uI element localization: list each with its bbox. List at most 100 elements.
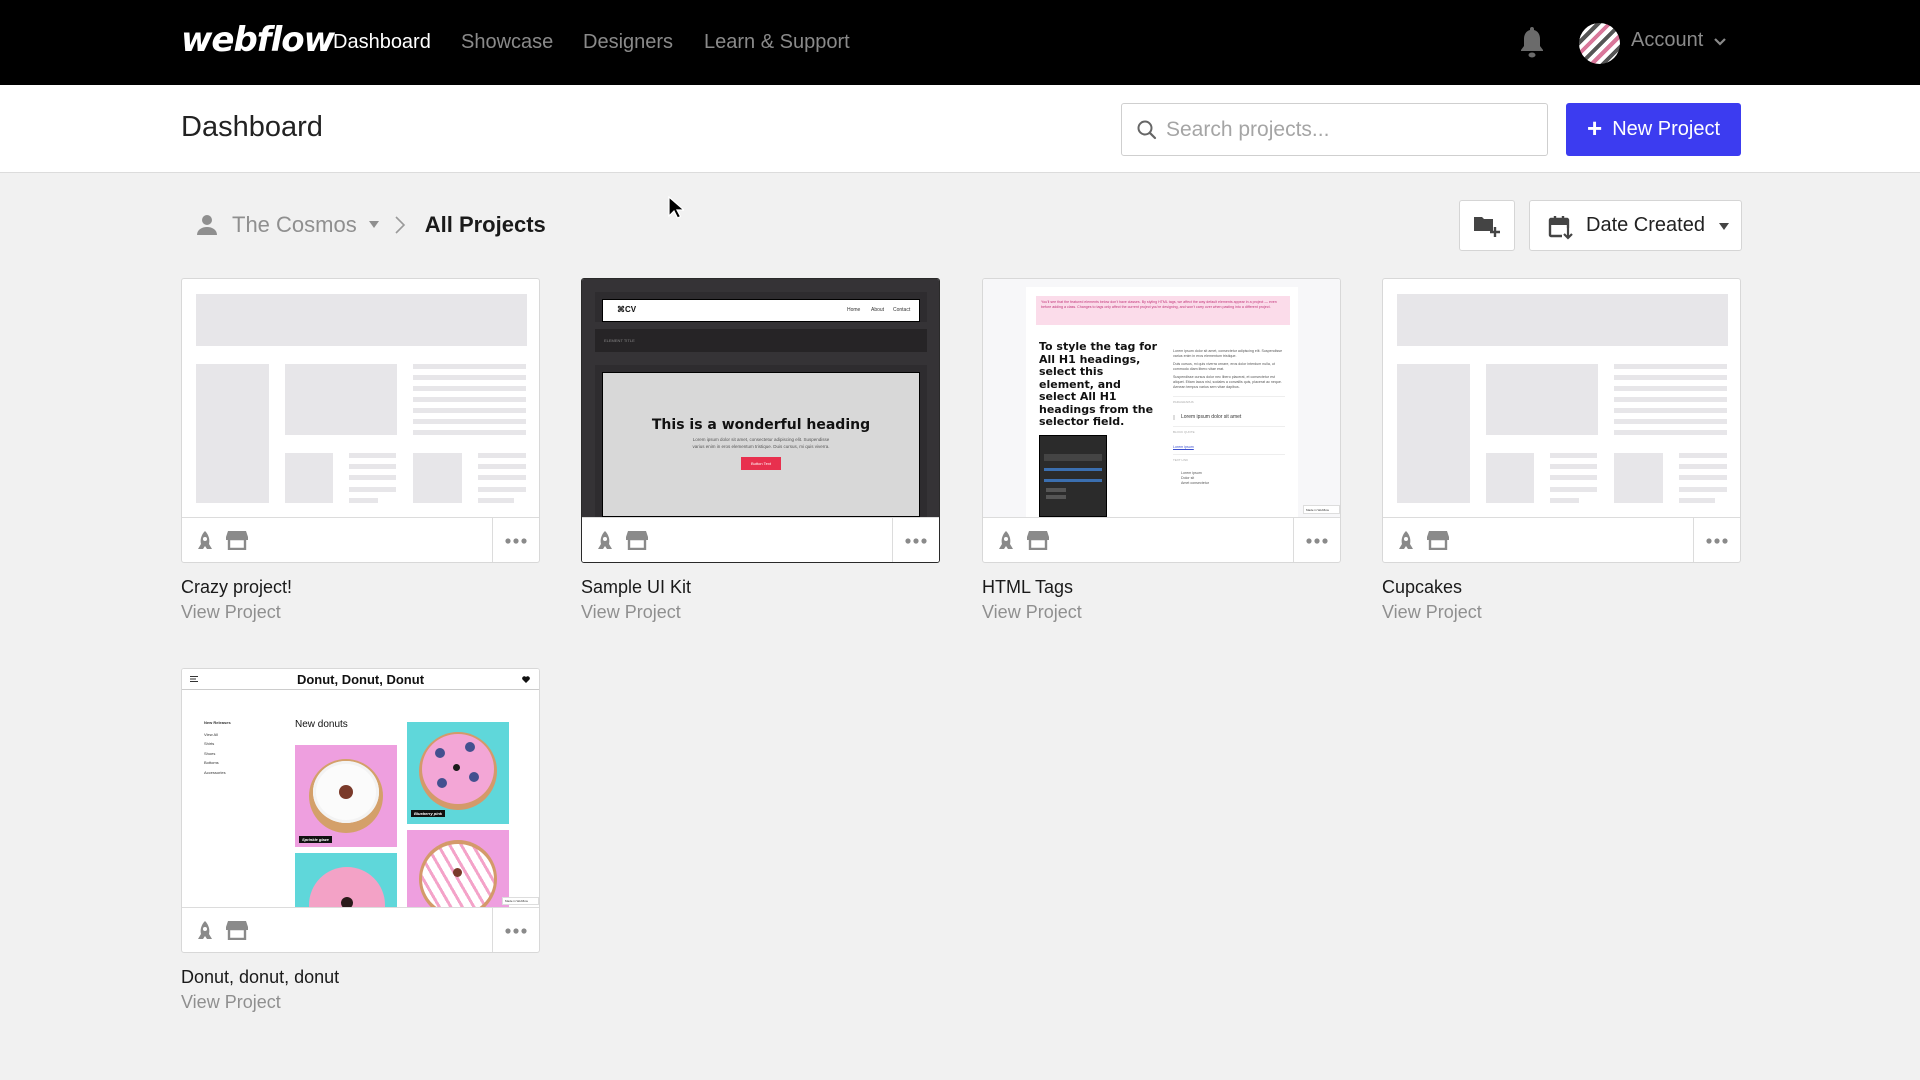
more-options-button[interactable] (1693, 518, 1740, 562)
card-footer (582, 517, 939, 562)
search-input[interactable] (1166, 104, 1536, 155)
preview-nav-item: Contact (893, 307, 911, 313)
rocket-icon[interactable] (1396, 530, 1416, 552)
view-project-link[interactable]: View Project (181, 602, 281, 623)
rocket-icon[interactable] (996, 530, 1016, 552)
donut-shop-preview: Donut, Donut, Donut New Releases View Al… (182, 669, 539, 907)
search-box[interactable] (1121, 103, 1548, 156)
new-folder-button[interactable] (1459, 200, 1515, 251)
html-tags-preview: You'll see that the featured elements be… (983, 279, 1340, 517)
storefront-icon[interactable] (226, 920, 248, 940)
search-icon (1137, 120, 1157, 140)
wireframe-preview (1383, 279, 1740, 517)
ui-kit-preview: ⌘CV Home About Contact ELEMENT TITLE Thi… (582, 279, 939, 517)
heart-icon (522, 676, 530, 683)
preview-site-title: Donut, Donut, Donut (296, 672, 425, 687)
new-project-label: New Project (1612, 118, 1720, 140)
preview-label: TEXT LINK (1173, 454, 1285, 463)
preview-section-heading: New donuts (295, 719, 348, 730)
caret-down-icon[interactable] (368, 221, 379, 229)
preview-menu-item: View All (204, 731, 218, 737)
workspace-selector[interactable]: The Cosmos (232, 212, 357, 238)
preview-menu-item: Accessories (204, 769, 226, 775)
project-thumbnail[interactable] (181, 278, 540, 563)
calendar-sort-icon (1548, 216, 1574, 240)
preview-heading: To style the tag for All H1 headings, se… (1039, 340, 1157, 428)
account-avatar[interactable] (1579, 23, 1620, 64)
nav-designers[interactable]: Designers (583, 31, 673, 54)
storefront-icon[interactable] (1427, 530, 1449, 550)
more-options-button[interactable] (492, 908, 539, 952)
more-options-button[interactable] (892, 518, 939, 562)
project-title: Donut, donut, donut (181, 967, 340, 987)
view-project-link[interactable]: View Project (982, 602, 1082, 623)
project-card: Cupcakes View Project (1382, 278, 1741, 623)
ellipsis-icon (1706, 537, 1728, 544)
breadcrumb-current: All Projects (424, 212, 546, 237)
bell-icon[interactable] (1517, 25, 1547, 59)
storefront-icon[interactable] (626, 530, 648, 550)
donut-caption: Blueberry pink (411, 810, 446, 817)
preview-link: Lorem ipsum (1173, 445, 1194, 449)
preview-quote: Lorem ipsum dolor sit amet (1173, 415, 1285, 420)
preview-body: Lorem ipsum dolor sit amet, consectetur … (692, 437, 830, 449)
project-title: HTML Tags (982, 577, 1074, 597)
preview-paragraph: Duis cursus, mi quis viverra ornare, ero… (1173, 362, 1275, 371)
dashboard-header: Dashboard + New Project (0, 85, 1920, 173)
breadcrumb: The Cosmos All Projects (196, 212, 546, 238)
view-project-link[interactable]: View Project (181, 992, 281, 1013)
plus-icon: + (1587, 113, 1603, 143)
view-project-link[interactable]: View Project (581, 602, 681, 623)
preview-menu-item: Shirts (204, 741, 215, 746)
preview-menu-heading: New Releases (204, 720, 231, 725)
storefront-icon[interactable] (1027, 530, 1049, 550)
preview-menu-item: Shoes (204, 750, 216, 756)
rocket-icon[interactable] (195, 920, 215, 942)
donut-caption: Sprinkle glaze (299, 836, 332, 843)
rocket-icon[interactable] (195, 530, 215, 552)
donut-image (407, 830, 509, 907)
project-title: Cupcakes (1382, 577, 1463, 597)
storefront-icon[interactable] (226, 530, 248, 550)
project-thumbnail[interactable]: You'll see that the featured elements be… (982, 278, 1341, 563)
top-navbar: webflow Dashboard Showcase Designers Lea… (0, 0, 1920, 85)
user-icon (197, 215, 217, 235)
preview-brand: ⌘CV (617, 305, 637, 314)
project-card: Donut, Donut, Donut New Releases View Al… (181, 668, 540, 1013)
preview-list-item: Amet consectetur (1181, 481, 1209, 485)
more-options-button[interactable] (492, 518, 539, 562)
preview-nav-item: About (871, 307, 885, 313)
sort-label: Date Created (1586, 214, 1705, 236)
preview-paragraph: Suspendisse cursus dolor nec libero plac… (1173, 375, 1282, 389)
ellipsis-icon (905, 537, 927, 544)
new-project-button[interactable]: + New Project (1566, 103, 1741, 156)
donut-image: Sprinkle glaze (295, 745, 397, 847)
card-footer (1383, 517, 1740, 562)
nav-learn-support[interactable]: Learn & Support (704, 31, 850, 54)
project-title: Sample UI Kit (581, 577, 692, 597)
preview-label: PARAGRAPHS (1173, 396, 1285, 405)
ellipsis-icon (505, 927, 527, 934)
made-in-webflow-badge: Made in Webflow (1303, 505, 1340, 514)
more-options-button[interactable] (1293, 518, 1340, 562)
preview-label: BLOCK QUOTE (1173, 426, 1285, 435)
project-card: ⌘CV Home About Contact ELEMENT TITLE Thi… (581, 278, 940, 623)
preview-section-label: ELEMENT TITLE (604, 338, 635, 343)
folder-plus-icon (1474, 217, 1500, 237)
sort-dropdown[interactable]: Date Created (1529, 200, 1742, 251)
view-project-link[interactable]: View Project (1382, 602, 1482, 623)
preview-notice: You'll see that the featured elements be… (1036, 296, 1290, 325)
card-footer (182, 517, 539, 562)
webflow-logo[interactable]: webflow (181, 20, 335, 60)
chevron-down-icon[interactable] (1713, 34, 1727, 48)
project-title: Crazy project! (181, 577, 293, 597)
preview-button: Button Text (741, 457, 781, 470)
chevron-right-icon (395, 216, 405, 234)
account-menu[interactable]: Account (1631, 29, 1703, 52)
rocket-icon[interactable] (595, 530, 615, 552)
nav-dashboard[interactable]: Dashboard (333, 31, 431, 54)
project-thumbnail[interactable]: Donut, Donut, Donut New Releases View Al… (181, 668, 540, 953)
project-thumbnail[interactable] (1382, 278, 1741, 563)
project-thumbnail[interactable]: ⌘CV Home About Contact ELEMENT TITLE Thi… (581, 278, 940, 563)
nav-showcase[interactable]: Showcase (461, 31, 553, 54)
